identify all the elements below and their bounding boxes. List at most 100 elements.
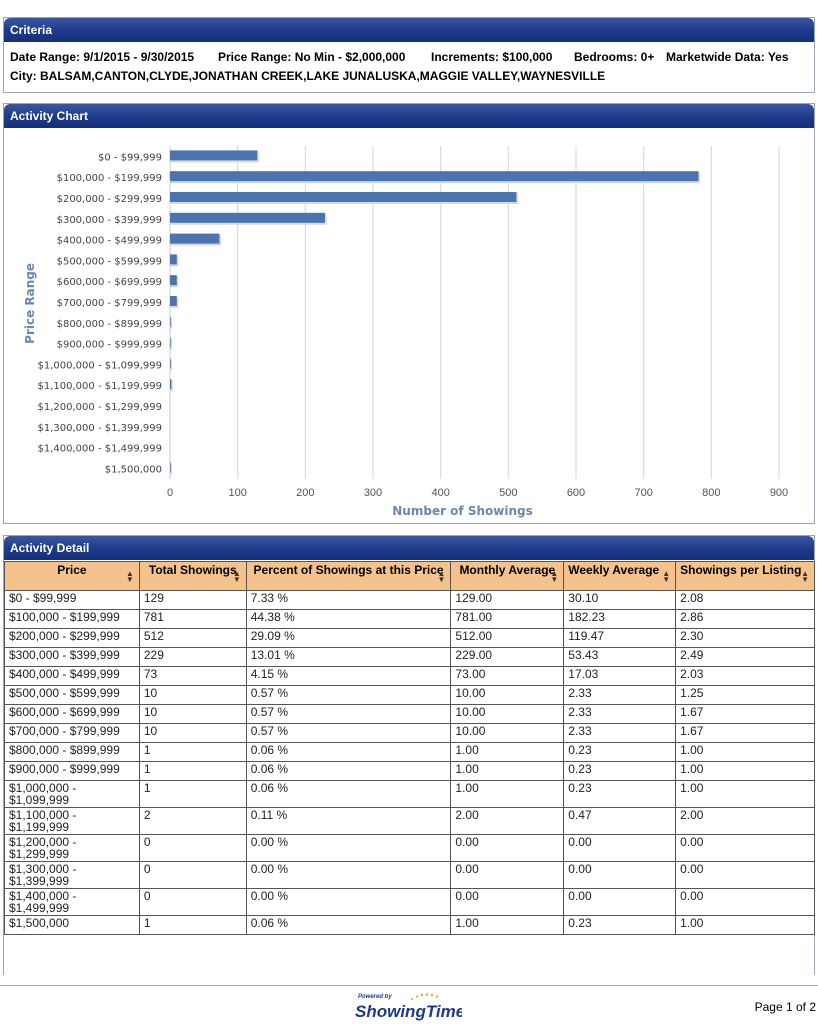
table-row: $900,000 - $999,999 1 0.06 % 1.00 0.23 1.00 (4, 761, 815, 781)
table-cell: 119.47 (563, 628, 677, 648)
sort-icon[interactable]: ▲ ▼ (662, 570, 670, 584)
x-tick-label: 700 (634, 487, 652, 499)
table-cell: 0.23 (563, 761, 677, 781)
table-row: $1,300,000 - $1,399,999 0 0.00 % 0.00 0.00 0.… (4, 861, 815, 889)
table-row: $200,000 - $299,999 512 29.09 % 512.00 119.4… (4, 628, 815, 648)
table-cell: 30.10 (563, 590, 677, 610)
column-header[interactable]: Weekly Average ▲ ▼ (563, 561, 677, 591)
table-cell: 0 (138, 834, 247, 862)
price-range: Price Range: No Min - $2,000,000 (218, 50, 406, 64)
column-header[interactable]: Percent of Showings at this Price ▲ ▼ (245, 561, 452, 591)
sort-icon[interactable]: ▲ ▼ (437, 570, 445, 584)
column-header-label: Percent of Showings at this Price (253, 563, 444, 577)
sort-icon[interactable]: ▲ ▼ (550, 570, 558, 584)
table-cell: 4.15 % (245, 666, 452, 686)
table-cell: 1 (138, 780, 247, 808)
column-header-label: Monthly Average (459, 563, 556, 577)
table-cell: 512.00 (450, 628, 565, 648)
table-row: $0 - $99,999 129 7.33 % 129.00 30.10 2.08 (4, 590, 815, 610)
y-tick-label: $1,200,000 - $1,299,999 (38, 402, 162, 413)
table-row: $500,000 - $599,999 10 0.57 % 10.00 2.33 1.25 (4, 685, 815, 705)
table-cell: 2.33 (563, 685, 677, 705)
table-cell: 10 (138, 704, 247, 724)
table-cell: 0.00 (675, 888, 815, 916)
column-header[interactable]: Price ▲ ▼ (4, 561, 140, 591)
table-cell: 1.00 (450, 915, 565, 935)
column-header-label: Total Showings (148, 563, 237, 577)
table-cell: 1.00 (450, 742, 565, 762)
y-tick-label: $0 - $99,999 (98, 152, 162, 163)
activity-chart-header: Activity Chart (4, 104, 814, 128)
bar (170, 212, 325, 223)
table-row: $400,000 - $499,999 73 4.15 % 73.00 17.03 2.0… (4, 666, 815, 686)
table-cell: 29.09 % (245, 628, 452, 648)
criteria-header: Criteria (4, 18, 814, 42)
table-cell: 0 (138, 888, 247, 916)
column-header[interactable]: Total Showings ▲ ▼ (138, 561, 247, 591)
x-axis-title: Number of Showings (392, 504, 532, 518)
activity-chart-panel: Activity Chart 0 100 200 300 400 500 600 700 800… (3, 103, 815, 524)
criteria-panel: Criteria Date Range: 9/1/2015 - 9/30/201… (3, 17, 815, 93)
table-cell: 0.06 % (245, 761, 452, 781)
sort-icon[interactable]: ▲ ▼ (126, 570, 134, 584)
bar (170, 275, 177, 286)
table-cell: 1.00 (450, 761, 565, 781)
table-cell: 0.06 % (245, 780, 452, 808)
table-cell: 1.25 (675, 685, 815, 705)
column-header-label: Weekly Average (568, 563, 660, 577)
x-tick-label: 500 (499, 487, 517, 499)
y-tick-label: $800,000 - $899,999 (57, 319, 162, 330)
table-cell: 0.00 (563, 834, 677, 862)
activity-chart: 0 100 200 300 400 500 600 700 800 900 $0 - $99,999… (23, 146, 788, 518)
table-cell: 0.00 (675, 834, 815, 862)
table-cell: 0.00 % (245, 861, 452, 889)
table-cell: 2 (138, 807, 247, 835)
table-cell: $600,000 - $699,999 (4, 704, 140, 724)
table-cell: $100,000 - $199,999 (4, 609, 140, 629)
bar (170, 150, 258, 161)
table-cell: 10 (138, 723, 247, 743)
table-cell: 0.00 % (245, 888, 452, 916)
table-row: $1,500,000 1 0.06 % 1.00 0.23 1.00 (4, 915, 815, 935)
increments: Increments: $100,000 (431, 50, 553, 64)
table-cell: 2.86 (675, 609, 815, 629)
table-cell: 0.00 (563, 861, 677, 889)
table-header-row: Price ▲ ▼ Total Showings ▲ ▼ Percent of Showin… (4, 561, 815, 591)
column-header[interactable]: Showings per Listing ▲ ▼ (675, 561, 815, 591)
table-cell: 0.57 % (245, 723, 452, 743)
table-cell: 73 (138, 666, 247, 686)
table-cell: $1,300,000 - $1,399,999 (4, 861, 140, 889)
column-header-label: Price (57, 563, 87, 577)
table-cell: 1 (138, 761, 247, 781)
y-tick-label: $300,000 - $399,999 (57, 215, 162, 226)
bar (170, 171, 699, 182)
y-tick-label: $1,400,000 - $1,499,999 (38, 444, 162, 455)
table-row: $100,000 - $199,999 781 44.38 % 781.00 182.2… (4, 609, 815, 629)
table-cell: 2.33 (563, 704, 677, 724)
table-cell: 13.01 % (245, 647, 452, 667)
table-cell: $500,000 - $599,999 (4, 685, 140, 705)
table-cell: 1.00 (675, 915, 815, 935)
x-tick-label: 800 (702, 487, 720, 499)
table-cell: $200,000 - $299,999 (4, 628, 140, 648)
table-cell: 1.00 (675, 742, 815, 762)
sort-icon[interactable]: ▲ ▼ (233, 570, 241, 584)
table-cell: 73.00 (450, 666, 565, 686)
table-cell: 0.57 % (245, 704, 452, 724)
table-cell: $1,100,000 - $1,199,999 (4, 807, 140, 835)
table-cell: 2.30 (675, 628, 815, 648)
criteria-city: City: BALSAM,CANTON,CLYDE,JONATHAN CREEK… (10, 69, 606, 83)
sort-icon[interactable]: ▲ ▼ (801, 570, 809, 584)
table-row: $800,000 - $899,999 1 0.06 % 1.00 0.23 1.00 (4, 742, 815, 762)
page-number: Page 1 of 2 (754, 1000, 816, 1014)
column-header[interactable]: Monthly Average ▲ ▼ (450, 561, 565, 591)
y-tick-label: $600,000 - $699,999 (57, 277, 162, 288)
table-cell: 10.00 (450, 704, 565, 724)
logo-brand: ShowingTime (355, 1002, 462, 1021)
table-cell: 781 (138, 609, 247, 629)
table-cell: 0.47 (563, 807, 677, 835)
bar (170, 296, 177, 306)
bedrooms: Bedrooms: 0+ (574, 50, 655, 64)
activity-detail-panel: Activity Detail Price ▲ ▼ Total Showings ▲ ▼ P… (3, 535, 815, 975)
table-row: $1,200,000 - $1,299,999 0 0.00 % 0.00 0.00 0.… (4, 834, 815, 862)
